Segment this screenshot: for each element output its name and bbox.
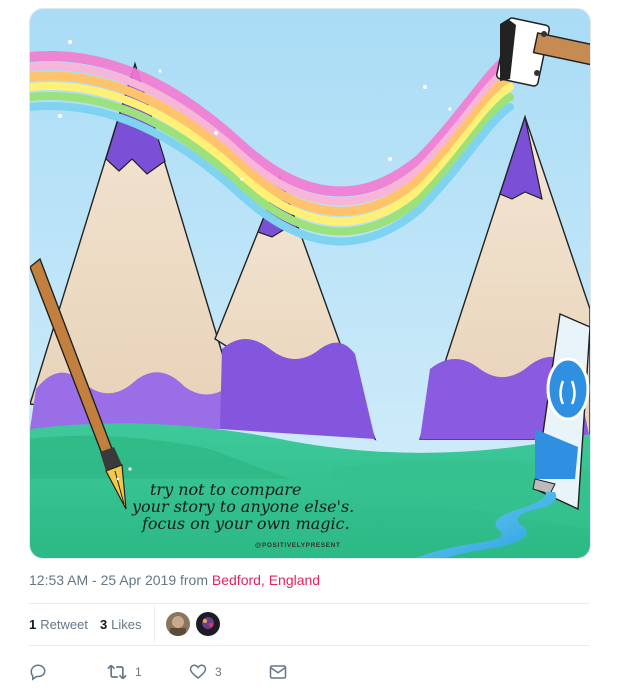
tweet-media-image[interactable]: try not to compare your story to anyone …: [29, 8, 591, 559]
avatar[interactable]: [164, 611, 191, 637]
reply-icon: [30, 664, 46, 681]
heart-icon: [189, 664, 207, 679]
reply-button[interactable]: [29, 663, 107, 681]
tweet-actions: 1 3: [29, 660, 589, 684]
retweet-stat-label: Retweet: [40, 616, 88, 632]
retweet-stat[interactable]: 1 Retweet: [29, 617, 88, 632]
retweet-stat-count: 1: [29, 616, 37, 632]
envelope-icon: [269, 665, 287, 679]
retweet-action-count: 1: [135, 665, 142, 679]
tweet-timestamp: 12:53 AM - 25 Apr 2019 from Bedford, Eng…: [29, 571, 320, 589]
divider-bottom: [29, 645, 589, 646]
quote-line-3: focus on your own magic.: [142, 514, 350, 533]
location-link[interactable]: Bedford, England: [212, 572, 320, 588]
tweet-stats: 1 Retweet 3 Likes: [29, 604, 589, 644]
like-button[interactable]: 3: [189, 663, 269, 681]
direct-message-button[interactable]: [269, 663, 287, 681]
likes-stat-count: 3: [99, 616, 108, 632]
time-date-text: 12:53 AM - 25 Apr 2019: [29, 572, 177, 588]
like-action-count: 3: [215, 665, 222, 679]
quote-line-2: your story to anyone else's.: [132, 497, 355, 516]
illustration: [30, 9, 590, 558]
likes-stat[interactable]: 3 Likes: [100, 617, 142, 632]
likes-stat-label: Likes: [111, 616, 142, 632]
avatar[interactable]: [194, 611, 221, 637]
from-label: from: [180, 572, 208, 588]
watermark-handle: @POSITIVELYPRESENT: [255, 542, 341, 549]
retweet-icon: [107, 664, 127, 680]
retweet-button[interactable]: 1: [107, 663, 189, 681]
stats-separator: [153, 606, 155, 642]
quote-line-1: try not to compare: [150, 480, 302, 499]
